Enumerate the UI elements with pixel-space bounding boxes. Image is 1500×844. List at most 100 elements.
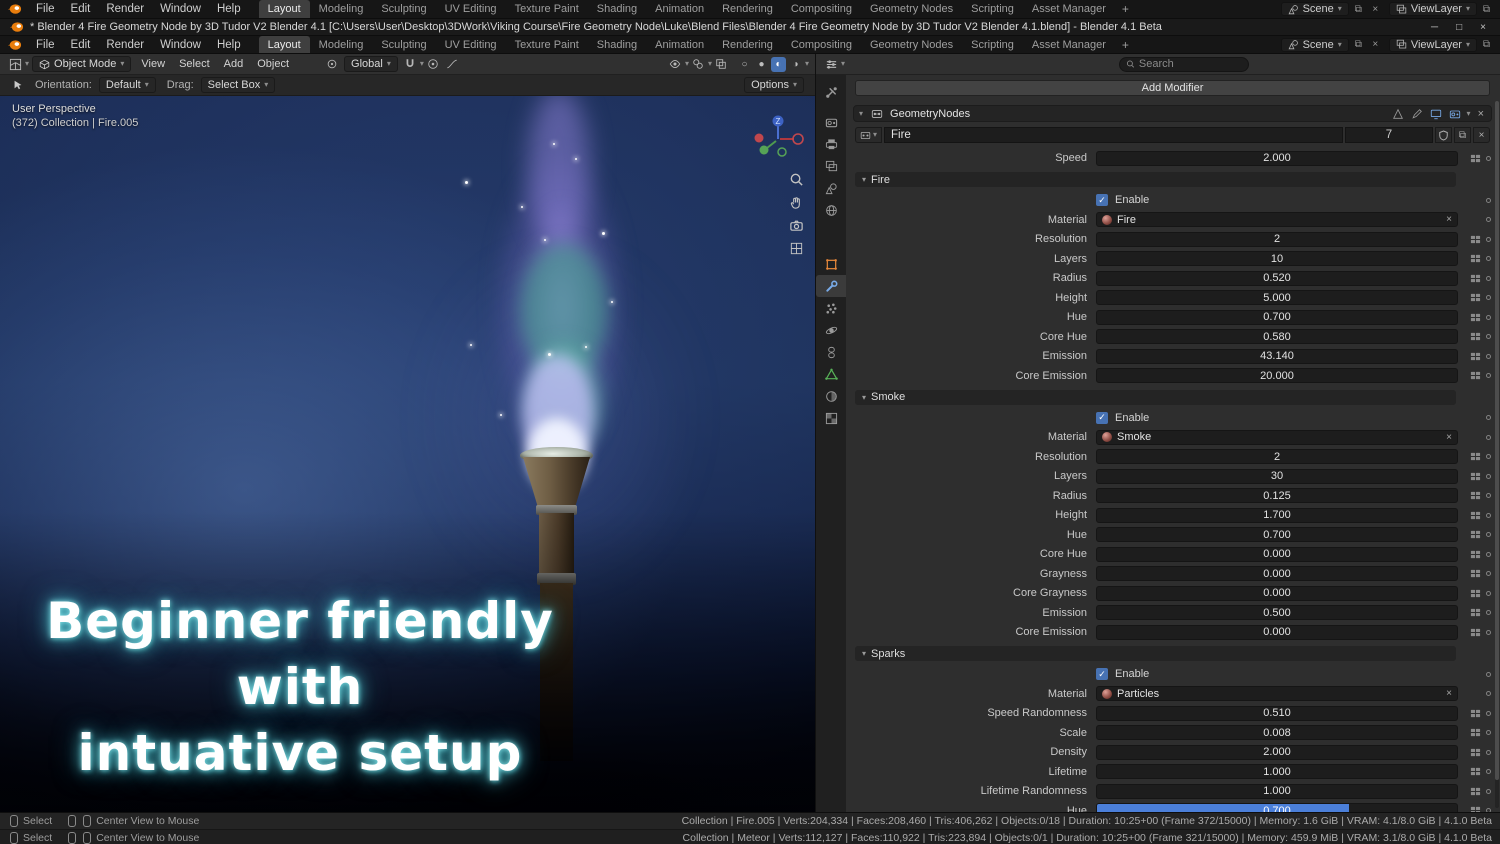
modifier-name[interactable]: GeometryNodes (890, 108, 1386, 120)
scene-selector[interactable]: Scene▾ (1281, 38, 1349, 52)
menu-item[interactable]: Render (98, 0, 152, 18)
scrollbar[interactable] (1495, 101, 1499, 808)
workspace-tab[interactable]: Texture Paint (506, 0, 588, 18)
decorator-dot[interactable] (1486, 435, 1491, 440)
decorator-dot[interactable] (1486, 217, 1491, 222)
extras-icon[interactable] (1470, 588, 1481, 599)
extras-icon[interactable] (1470, 312, 1481, 323)
workspace-tab[interactable]: Shading (588, 36, 646, 53)
extras-icon[interactable] (1470, 727, 1481, 738)
extras-icon[interactable] (1470, 370, 1481, 381)
render-toggle-icon[interactable] (1448, 107, 1462, 121)
unlink-scene-button[interactable]: × (1368, 2, 1383, 16)
object-icon[interactable] (816, 253, 846, 275)
particles-icon[interactable] (816, 297, 846, 319)
number-field[interactable]: 5.000 (1096, 290, 1458, 305)
workspace-tab[interactable]: Modeling (310, 0, 373, 18)
menu-item[interactable]: Edit (63, 36, 99, 54)
workspace-tab[interactable]: Shading (588, 0, 646, 18)
mode-selector[interactable]: Object Mode ▾ (32, 56, 131, 72)
render-icon[interactable] (816, 111, 846, 133)
pan-hand-icon[interactable] (789, 195, 804, 210)
workspace-tab[interactable]: Rendering (713, 0, 782, 18)
extras-icon[interactable] (1470, 766, 1481, 777)
editor-type-icon[interactable] (8, 57, 23, 72)
clear-material-button[interactable]: × (1446, 688, 1452, 699)
properties-editor-icon[interactable] (824, 57, 839, 72)
extras-icon[interactable] (1470, 747, 1481, 758)
fake-user-shield-button[interactable] (1435, 127, 1452, 143)
decorator-dot[interactable] (1486, 630, 1491, 635)
menu-item[interactable]: Help (209, 0, 249, 18)
workspace-tab[interactable]: UV Editing (436, 36, 506, 53)
decorator-dot[interactable] (1486, 276, 1491, 281)
workspace-tab[interactable]: Layout (259, 0, 310, 18)
modifier-extras-button[interactable]: ▾ (1467, 110, 1471, 118)
add-workspace-button[interactable]: + (1115, 38, 1136, 52)
3d-viewport[interactable]: User Perspective (372) Collection | Fire… (0, 96, 815, 812)
edit-mode-toggle-icon[interactable] (1410, 107, 1424, 121)
section-header-fire[interactable]: ▾ Fire (855, 172, 1456, 187)
add-workspace-button[interactable]: + (1115, 2, 1136, 16)
extras-icon[interactable] (1470, 234, 1481, 245)
extras-icon[interactable] (1470, 471, 1481, 482)
number-field[interactable]: 2 (1096, 232, 1458, 247)
decorator-dot[interactable] (1486, 198, 1491, 203)
shading-material-icon[interactable]: ◐ (771, 57, 786, 72)
extras-icon[interactable] (1470, 351, 1481, 362)
viewlayer-selector[interactable]: ViewLayer▾ (1389, 2, 1477, 16)
camera-view-icon[interactable] (789, 218, 804, 233)
transform-pivot-icon[interactable] (324, 57, 339, 72)
workspace-tab[interactable]: Asset Manager (1023, 0, 1115, 18)
number-field[interactable]: 2 (1096, 449, 1458, 464)
show-overlays-icon[interactable] (691, 57, 706, 72)
decorator-dot[interactable] (1486, 454, 1491, 459)
extras-icon[interactable] (1470, 627, 1481, 638)
number-field[interactable]: 0.500 (1096, 605, 1458, 620)
extras-icon[interactable] (1470, 331, 1481, 342)
number-field[interactable]: 0.520 (1096, 271, 1458, 286)
search-input[interactable] (1139, 58, 1242, 70)
number-field[interactable]: 0.000 (1096, 566, 1458, 581)
workspace-tab[interactable]: Geometry Nodes (861, 0, 962, 18)
extras-icon[interactable] (1470, 153, 1481, 164)
decorator-dot[interactable] (1486, 256, 1491, 261)
modifier-remove-button[interactable]: × (1476, 108, 1486, 120)
extras-icon[interactable] (1470, 786, 1481, 797)
number-field[interactable]: 0.700 (1096, 310, 1458, 325)
decorator-dot[interactable] (1486, 750, 1491, 755)
clear-material-button[interactable]: × (1446, 432, 1452, 443)
close-button[interactable]: × (1480, 22, 1486, 33)
new-viewlayer-button[interactable]: ⧉ (1479, 38, 1494, 52)
world-icon[interactable] (816, 199, 846, 221)
extras-icon[interactable] (1470, 529, 1481, 540)
enable-checkbox[interactable]: ✓ (1096, 412, 1108, 424)
number-field[interactable]: 1.000 (1096, 784, 1458, 799)
number-field[interactable]: 30 (1096, 469, 1458, 484)
decorator-dot[interactable] (1486, 513, 1491, 518)
extras-icon[interactable] (1470, 292, 1481, 303)
number-field[interactable]: 0.510 (1096, 706, 1458, 721)
workspace-tab[interactable]: Scripting (962, 0, 1023, 18)
options-dropdown[interactable]: Options▾ (744, 77, 804, 93)
show-gizmo-icon[interactable] (668, 57, 683, 72)
minimize-button[interactable]: ─ (1431, 22, 1438, 33)
workspace-tab[interactable]: Texture Paint (506, 36, 588, 53)
orientation-selector[interactable]: Global ▾ (344, 56, 398, 72)
node-group-name-field[interactable]: Fire (884, 127, 1343, 143)
extras-icon[interactable] (1470, 451, 1481, 462)
number-field[interactable]: 10 (1096, 251, 1458, 266)
proportional-edit-icon[interactable] (426, 57, 441, 72)
workspace-tab[interactable]: Geometry Nodes (861, 36, 962, 53)
workspace-tab[interactable]: UV Editing (436, 0, 506, 18)
decorator-dot[interactable] (1486, 474, 1491, 479)
number-field[interactable]: 43.140 (1096, 349, 1458, 364)
material-field[interactable]: Smoke × (1096, 430, 1458, 445)
decorator-dot[interactable] (1486, 315, 1491, 320)
decorator-dot[interactable] (1486, 295, 1491, 300)
blender-logo-icon[interactable] (6, 38, 22, 52)
workspace-tab[interactable]: Animation (646, 0, 713, 18)
orientation-dropdown[interactable]: Default▾ (99, 77, 156, 93)
decorator-dot[interactable] (1486, 373, 1491, 378)
decorator-dot[interactable] (1486, 493, 1491, 498)
